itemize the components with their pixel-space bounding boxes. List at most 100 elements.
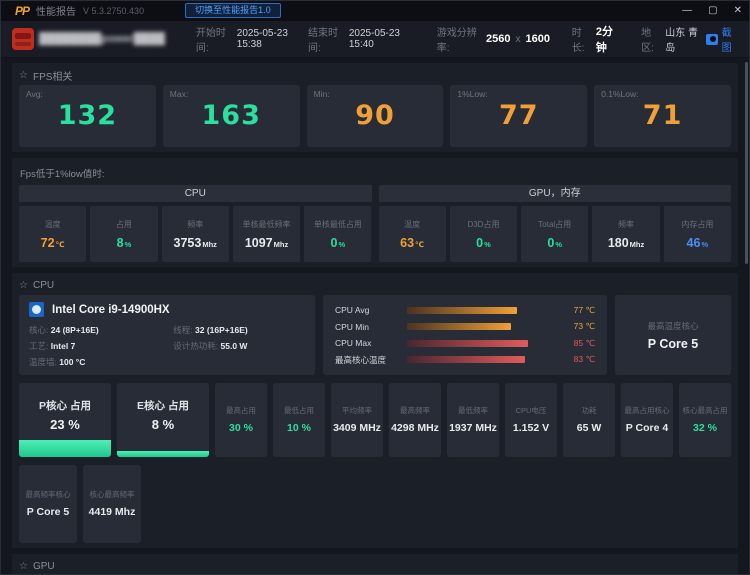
stat-min-usage: 最低占用 10 % [273, 383, 325, 457]
gpu-low-cell-mem: 内存占用 46% [663, 206, 731, 262]
end-time-value: 2025-05-23 15:40 [348, 28, 400, 50]
star-icon: ☆ [19, 560, 28, 572]
resolution-x: x [515, 33, 521, 45]
cell-value: 0% [547, 235, 563, 250]
cell-label: 温度 [44, 219, 61, 229]
cpu-low-table-header: CPU [19, 185, 372, 202]
cpu-section: ☆ CPU Intel Core i9-14900HX 核心: 24 (8P+1… [12, 273, 738, 548]
fps-card-1percent-low: 1%Low: 77 [450, 85, 588, 147]
low-fps-section: Fps低于1%low值时: CPU 温度 72℃ 占用 8% 频率 3753Mh… [12, 158, 738, 267]
resolution-width: 2560 [486, 33, 511, 45]
maximize-icon[interactable]: ▢ [708, 5, 717, 16]
stat-power: 功耗 65 W [563, 383, 615, 457]
cpu-spec-threads: 线程: 32 (16P+16E) [173, 325, 248, 335]
cell-label: 单核最低频率 [242, 219, 291, 229]
screenshot-button-label: 截图 [721, 28, 732, 54]
window-controls: — ▢ ✕ [682, 5, 742, 16]
stat-min-freq: 最低频率 1937 MHz [447, 383, 499, 457]
cell-value: 3753Mhz [173, 235, 217, 250]
screenshot-button[interactable]: 截图 [706, 24, 738, 54]
fps-section-title: FPS相关 [32, 71, 73, 83]
resolution-height: 1600 [525, 33, 550, 45]
gauge-value: 23 % [50, 417, 80, 432]
hottest-core-label: 最高温度核心 [647, 320, 699, 331]
cpu-stats-row2: 最高频率核心 P Core 5 核心最高频率 4419 Mhz [19, 465, 731, 543]
gpu-section-title: GPU [32, 560, 55, 572]
cell-value: 1097Mhz [244, 235, 289, 250]
low-fps-section-title: Fps低于1%low值时: [20, 169, 105, 180]
cpu-spec-tdp: 设计热功耗: 55.0 W [173, 341, 248, 351]
hottest-core-value: P Core 5 [647, 336, 699, 351]
gpu-low-table: GPU，内存 温度 63℃ D3D占用 0% Total占用 0% 频率 180… [378, 185, 731, 262]
intel-icon [29, 302, 44, 317]
cpu-section-header: ☆ CPU [19, 278, 731, 292]
gpu-low-cell-d3d: D3D占用 0% [449, 206, 518, 262]
scrollbar-thumb[interactable] [745, 62, 748, 264]
fps-card-value: 132 [57, 100, 118, 131]
app-version: V 5.3.2750.430 [83, 5, 145, 16]
titlebar: PP 性能报告 V 5.3.2750.430 切换至性能报告1.0 — ▢ ✕ [0, 0, 750, 21]
close-icon[interactable]: ✕ [734, 5, 742, 16]
gpu-low-cell-total: Total占用 0% [521, 206, 589, 262]
hottest-core-card: 最高温度核心 P Core 5 [615, 295, 731, 375]
fps-card-avg: Avg: 132 [19, 85, 156, 147]
stat-core-max-freq: 核心最高频率 4419 Mhz [83, 465, 141, 543]
temp-bar [407, 356, 526, 364]
duration-value: 2分钟 [595, 26, 613, 54]
game-logo [12, 28, 34, 50]
low-fps-tables: CPU 温度 72℃ 占用 8% 频率 3753Mhz 单核最低频率 1097M… [19, 185, 731, 262]
stat-max-usage-core: 最高占用核心 P Core 4 [621, 383, 673, 457]
gauge-value: 8 % [151, 417, 175, 432]
cell-value: 0% [476, 235, 491, 250]
cell-label: 频率 [618, 219, 635, 229]
cpu-low-cell-min-core-freq: 单核最低频率 1097Mhz [232, 206, 301, 262]
gpu-low-cell-temp: 温度 63℃ [378, 206, 446, 262]
switch-report-version-button[interactable]: 切换至性能报告1.0 [185, 3, 281, 18]
fps-cards: Avg: 132 Max: 163 Min: 90 1%Low: 77 0.1%… [19, 85, 731, 147]
cpu-low-cell-min-core-usage: 单核最低占用 0% [304, 206, 372, 262]
start-time-value: 2025-05-23 15:38 [236, 28, 288, 50]
fps-card-01percent-low: 0.1%Low: 71 [594, 85, 731, 147]
ecore-usage-gauge: E核心 占用 8 % [117, 383, 209, 457]
temp-bar [407, 306, 517, 314]
cpu-low-cell-freq: 频率 3753Mhz [161, 206, 229, 262]
performance-report-window: PP 性能报告 V 5.3.2750.430 切换至性能报告1.0 — ▢ ✕ … [0, 0, 750, 575]
pcore-usage-gauge: P核心 占用 23 % [19, 383, 111, 457]
start-time-label: 开始时间: [195, 28, 226, 54]
temp-bar [407, 339, 528, 347]
report-content: ☆ FPS相关 Avg: 132 Max: 163 Min: 90 1%Low: [0, 58, 750, 575]
report-header: ████████power████ 开始时间: 2025-05-23 15:38… [0, 21, 750, 58]
cell-value: 72℃ [40, 235, 65, 250]
minimize-icon[interactable]: — [682, 5, 692, 16]
cpu-section-title: CPU [32, 279, 55, 291]
cpu-low-table: CPU 温度 72℃ 占用 8% 频率 3753Mhz 单核最低频率 1097M… [19, 185, 372, 262]
cell-label: 温度 [404, 219, 421, 229]
camera-icon [706, 33, 718, 45]
cpu-temp-row-hottest-core: 最高核心温度 83 ℃ [335, 354, 595, 365]
fps-section: ☆ FPS相关 Avg: 132 Max: 163 Min: 90 1%Low: [12, 63, 738, 152]
fps-card-label: 1%Low: [457, 89, 488, 99]
cell-label: 单核最低占用 [313, 219, 362, 229]
cell-value: 0% [330, 235, 346, 250]
cpu-spec-cores: 核心: 24 (8P+16E) [29, 325, 99, 335]
stat-max-usage: 最高占用 30 % [215, 383, 267, 457]
fps-section-header: ☆ FPS相关 [19, 68, 731, 83]
fps-card-max: Max: 163 [162, 85, 300, 147]
fps-card-label: Min: [313, 89, 330, 99]
star-icon: ☆ [19, 279, 28, 291]
gauge-fill-bar [19, 439, 111, 457]
end-time-label: 结束时间: [307, 28, 338, 54]
fps-card-value: 71 [642, 100, 683, 131]
region-label: 地区: [641, 28, 654, 54]
gauge-label: P核心 占用 [39, 400, 91, 412]
cpu-temp-chart: CPU Avg 77 ℃ CPU Min 73 ℃ CPU Max 85 ℃ 最… [323, 295, 607, 375]
stat-max-freq-core: 最高频率核心 P Core 5 [19, 465, 77, 543]
fps-card-label: 0.1%Low: [601, 89, 639, 99]
game-title-blurred: ████████power████ [39, 33, 165, 45]
gauge-label: E核心 占用 [137, 400, 189, 412]
gpu-low-cell-freq: 频率 180Mhz [592, 206, 660, 262]
cell-label: D3D占用 [467, 219, 500, 229]
cpu-temp-row-max: CPU Max 85 ℃ [335, 337, 595, 349]
cpu-temp-row-avg: CPU Avg 77 ℃ [335, 304, 595, 316]
fps-card-min: Min: 90 [306, 85, 444, 147]
